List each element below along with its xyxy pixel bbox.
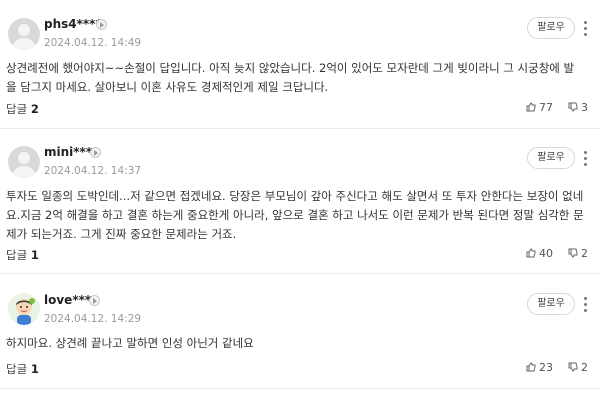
profile-badge-icon [89,295,100,306]
like-button[interactable]: 40 [526,247,553,260]
divider [0,388,600,389]
profile-badge-icon [90,147,101,158]
avatar[interactable] [8,18,40,50]
like-count: 77 [539,101,553,114]
thumbs-down-icon [568,362,578,372]
comment-text: 하지마요. 상견례 끝나고 말하면 인성 아닌거 같네요 [6,336,254,350]
thumbs-down-icon [568,102,578,112]
comment-date: 2024.04.12. 14:37 [44,165,142,177]
comment-date: 2024.04.12. 14:29 [44,313,142,325]
reply-button[interactable]: 답글 2 [6,101,39,117]
dislike-count: 2 [581,361,588,374]
follow-button[interactable]: 팔로우 [527,147,575,169]
reply-count: 1 [30,362,39,376]
comment-date: 2024.04.12. 14:49 [44,37,142,49]
more-options-icon[interactable] [584,151,588,167]
username[interactable]: phs4**** [44,17,102,31]
like-button[interactable]: 23 [526,361,553,374]
dislike-count: 2 [581,247,588,260]
follow-button[interactable]: 팔로우 [527,293,575,315]
thumbs-up-icon [526,362,536,372]
dislike-button[interactable]: 2 [568,361,588,374]
avatar[interactable] [8,293,40,325]
avatar[interactable] [8,146,40,178]
divider [0,128,600,129]
thumbs-up-icon [526,102,536,112]
like-button[interactable]: 77 [526,101,553,114]
reply-count: 1 [30,248,39,262]
profile-badge-icon [96,19,107,30]
divider [0,273,600,274]
like-count: 23 [539,361,553,374]
follow-button[interactable]: 팔로우 [527,17,575,39]
comment-text: 투자도 일종의 도박인데...저 같으면 접겠네요. 당장은 부모님이 갚아 주… [6,189,584,241]
dislike-button[interactable]: 3 [568,101,588,114]
more-options-icon[interactable] [584,21,588,37]
dislike-button[interactable]: 2 [568,247,588,260]
thumbs-up-icon [526,248,536,258]
reply-button[interactable]: 답글 1 [6,361,39,377]
reply-button[interactable]: 답글 1 [6,247,39,263]
reply-count: 2 [30,102,39,116]
dislike-count: 3 [581,101,588,114]
character-avatar-icon [8,293,40,325]
comment-text: 상견례전에 했어야지~~손절이 답입니다. 아직 늦지 않았습니다. 2억이 있… [6,61,575,94]
like-count: 40 [539,247,553,260]
thumbs-down-icon [568,248,578,258]
more-options-icon[interactable] [584,297,588,313]
